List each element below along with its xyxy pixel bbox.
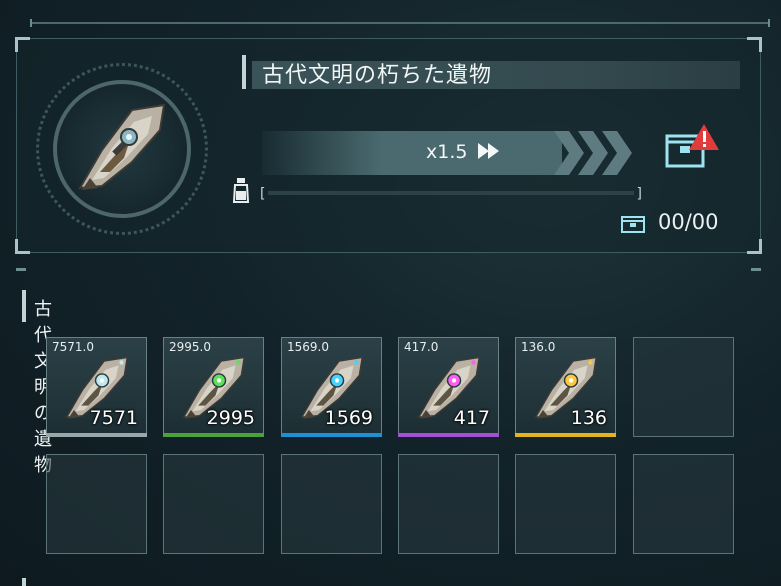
slot-value: 2995.0 — [169, 340, 211, 354]
empty-slot[interactable] — [46, 454, 147, 554]
progress-track — [268, 191, 634, 195]
section-accent — [22, 578, 26, 586]
fast-forward-icon — [477, 143, 499, 159]
chest-count: 00/00 — [658, 210, 719, 234]
slot-value: 7571.0 — [52, 340, 94, 354]
inventory-slot[interactable]: 7571.0 7571 — [46, 337, 147, 437]
slot-value: 136.0 — [521, 340, 556, 354]
rarity-bar — [46, 433, 147, 437]
relic-progress-bar: [ ] — [260, 186, 642, 202]
bracket-left: [ — [260, 186, 266, 202]
slot-count: 136 — [570, 407, 607, 429]
top-divider — [30, 19, 770, 27]
inventory-slot[interactable]: 2995.0 2995 — [163, 337, 264, 437]
slot-count: 2995 — [206, 407, 255, 429]
corner-accent — [15, 37, 30, 52]
slot-value: 417.0 — [404, 340, 439, 354]
inventory-slot[interactable]: 417.0 417 — [398, 337, 499, 437]
chest-icon — [621, 216, 645, 233]
speed-label: x1.5 — [426, 141, 468, 163]
corner-accent — [15, 239, 30, 254]
slot-count: 1569 — [324, 407, 373, 429]
inventory-slot[interactable]: 1569.0 1569 — [281, 337, 382, 437]
corner-accent — [747, 37, 762, 52]
empty-slot[interactable] — [398, 454, 499, 554]
section-accent — [22, 290, 26, 322]
speed-bar[interactable] — [262, 131, 562, 175]
empty-slot[interactable] — [515, 454, 616, 554]
slot-count: 417 — [453, 407, 490, 429]
panel-tick — [16, 268, 26, 271]
empty-slot[interactable] — [281, 454, 382, 554]
chest-alert-icon[interactable] — [664, 122, 722, 170]
empty-slot[interactable] — [163, 454, 264, 554]
relic-title-bar: 古代文明の朽ちた遺物 — [242, 55, 740, 91]
rarity-bar — [515, 433, 616, 437]
speed-multiplier: x1.5 — [426, 141, 500, 163]
empty-slot[interactable] — [633, 454, 734, 554]
inventory-slot[interactable]: 136.0 136 — [515, 337, 616, 437]
empty-slot[interactable] — [633, 337, 734, 437]
relic-title: 古代文明の朽ちた遺物 — [262, 63, 493, 88]
rarity-bar — [281, 433, 382, 437]
slot-value: 1569.0 — [287, 340, 329, 354]
rarity-bar — [398, 433, 499, 437]
panel-tick — [751, 268, 761, 271]
potion-icon — [232, 178, 250, 203]
bracket-right: ] — [636, 186, 642, 202]
rarity-bar — [163, 433, 264, 437]
corner-accent — [747, 239, 762, 254]
relic-ship-icon — [78, 103, 166, 190]
slot-count: 7571 — [89, 407, 138, 429]
title-accent — [242, 55, 246, 89]
